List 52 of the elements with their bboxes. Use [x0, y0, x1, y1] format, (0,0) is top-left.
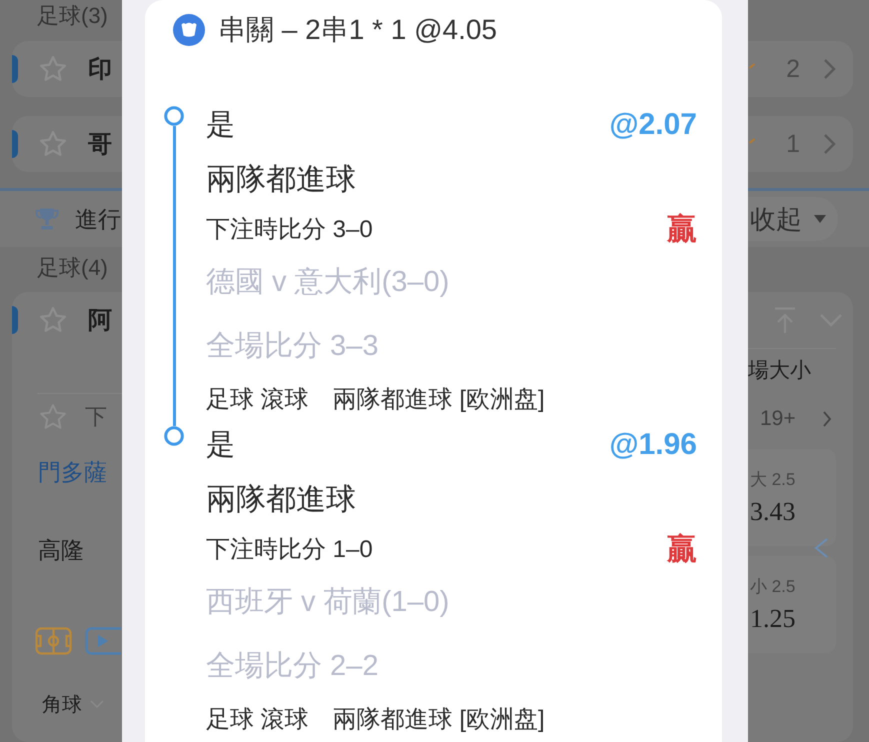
chevron-left-icon[interactable]: [812, 537, 830, 559]
caret-icon: [814, 215, 826, 223]
match-name: 西班牙 v 荷蘭(1–0): [206, 585, 450, 620]
slash-icon: [749, 63, 755, 69]
match-name: 德國 v 意大利(3–0): [206, 265, 450, 300]
cup-icon: [173, 14, 205, 46]
match-card[interactable]: 哥: [12, 116, 122, 172]
chevron-right-icon[interactable]: [822, 410, 832, 428]
leg-odds: @2.07: [609, 107, 697, 143]
live-label: 進行: [75, 204, 121, 234]
chevron-right-icon[interactable]: [822, 133, 836, 155]
selection-label: 是: [206, 428, 235, 463]
pitch-icon[interactable]: [35, 627, 72, 655]
market-header: 場大小: [748, 358, 811, 384]
marker-icon: [12, 130, 18, 158]
match-card[interactable]: 場大小 19+ 大 2.5 3.43 小 2.5 1.25: [748, 292, 853, 742]
video-icon[interactable]: [85, 627, 121, 655]
market-tag: 兩隊都進球 [欧洲盘]: [332, 704, 545, 736]
sport-tags: 足球 滾球: [206, 384, 309, 416]
marker-icon: [12, 306, 18, 334]
sport-tags: 足球 滾球: [206, 704, 309, 736]
odds-button[interactable]: 大 2.5 3.43: [748, 449, 836, 546]
bet-score: 下注時比分 1–0: [206, 535, 373, 565]
ring-icon: [164, 426, 184, 446]
leg-odds: @1.96: [609, 427, 697, 463]
slip-title: 串關 – 2串1 * 1 @4.05: [218, 13, 498, 47]
market-name: 兩隊都進球: [206, 482, 356, 518]
bet-score: 下注時比分 3–0: [206, 215, 373, 245]
match-card[interactable]: 印: [12, 41, 122, 97]
marker-icon: [12, 55, 18, 83]
result-label: 贏: [667, 213, 697, 247]
result-label: 贏: [667, 533, 697, 567]
selection-label: 是: [206, 108, 235, 143]
market-name: 兩隊都進球: [206, 162, 356, 198]
filter-dropdown[interactable]: 角球: [42, 688, 104, 720]
full-time-score: 全場比分 2–2: [206, 649, 378, 684]
ring-icon: [164, 106, 184, 126]
odds-button[interactable]: 小 2.5 1.25: [748, 556, 836, 653]
period-count: 19+: [760, 406, 796, 430]
collapse-button[interactable]: 收起: [748, 197, 838, 241]
section-label: 足球(3): [36, 2, 109, 30]
slash-icon: [749, 138, 755, 144]
section-label: 足球(4): [36, 254, 109, 282]
chevron-right-icon[interactable]: [822, 58, 836, 80]
team-name: 高隆: [38, 536, 84, 565]
period-label: 下: [85, 403, 107, 431]
team-name: 阿: [88, 306, 112, 336]
match-card[interactable]: 阿 下 門多薩 高隆 角球: [12, 292, 122, 742]
market-tag: 兩隊都進球 [欧洲盘]: [332, 384, 545, 416]
team-name: 哥: [88, 130, 112, 160]
full-time-score: 全場比分 3–3: [206, 329, 378, 364]
team-name: 印: [88, 55, 112, 85]
